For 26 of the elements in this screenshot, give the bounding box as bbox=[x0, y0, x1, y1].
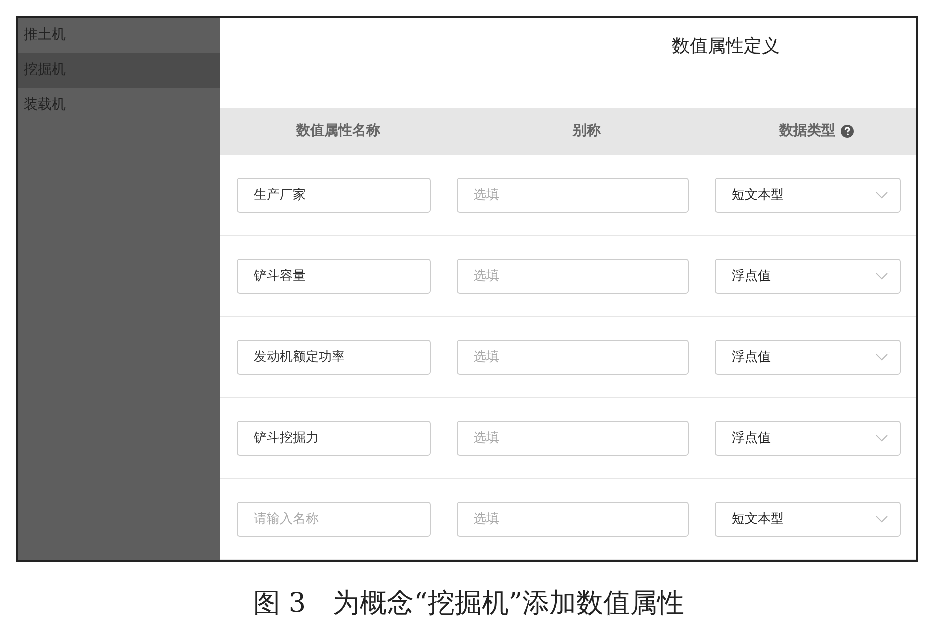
figure-caption: 图 3 为概念“挖掘机”添加数值属性 bbox=[252, 587, 686, 621]
name-field[interactable]: 发动机额定功率 bbox=[237, 340, 431, 374]
type-dropdown[interactable]: 短文本型 bbox=[715, 502, 902, 536]
chevron-down-icon bbox=[876, 434, 888, 442]
chevron-down-icon bbox=[876, 354, 888, 360]
name-field[interactable]: 铲斗容量 bbox=[237, 258, 431, 294]
type-dropdown[interactable]: 浮点值 bbox=[715, 340, 902, 374]
name-field[interactable]: 请输入名称 bbox=[237, 502, 431, 536]
type-dropdown[interactable]: 浮点值 bbox=[715, 420, 902, 456]
alias-field[interactable]: 选填 bbox=[456, 258, 689, 294]
alias-field[interactable]: 选填 bbox=[456, 502, 689, 536]
type-dropdown[interactable]: 浮点值 bbox=[715, 258, 902, 294]
alias-field[interactable]: 选填 bbox=[456, 340, 689, 374]
column-header: 别称 bbox=[572, 122, 601, 140]
help-icon[interactable] bbox=[840, 124, 854, 138]
chevron-down-icon bbox=[876, 516, 888, 522]
name-field[interactable]: 生产厂家 bbox=[237, 178, 431, 212]
name-field[interactable]: 铲斗挖掘力 bbox=[237, 420, 431, 456]
page-title: 数值属性定义 bbox=[672, 35, 780, 59]
type-dropdown[interactable]: 短文本型 bbox=[715, 178, 902, 212]
alias-field[interactable]: 选填 bbox=[456, 178, 689, 212]
alias-field[interactable]: 选填 bbox=[456, 420, 689, 456]
chevron-down-icon bbox=[876, 192, 888, 198]
column-header: 数据类型 bbox=[780, 122, 836, 140]
column-header: 数值属性名称 bbox=[296, 122, 380, 140]
chevron-down-icon bbox=[876, 272, 888, 280]
